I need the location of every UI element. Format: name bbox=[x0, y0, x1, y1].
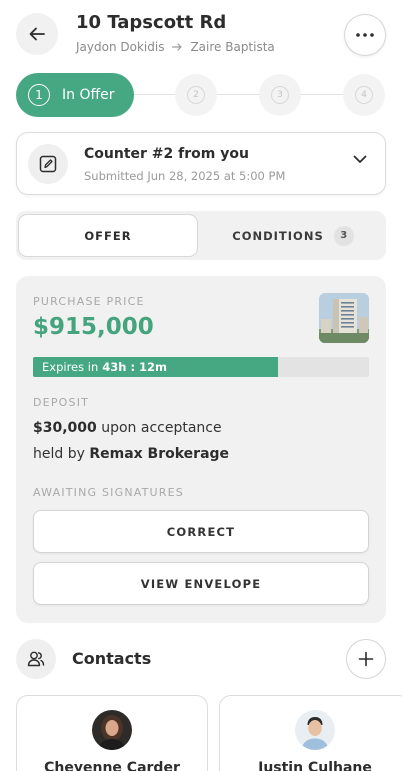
chevron-down-icon[interactable] bbox=[353, 155, 367, 164]
back-button[interactable] bbox=[16, 13, 58, 55]
avatar-image bbox=[295, 710, 335, 750]
avatar-image bbox=[92, 710, 132, 750]
counter-submitted: Submitted Jun 28, 2025 at 5:00 PM bbox=[84, 169, 286, 183]
held-by-line: held by Remax Brokerage bbox=[33, 446, 229, 462]
step-in-offer[interactable]: 1 In Offer bbox=[16, 73, 134, 117]
to-party: Zaire Baptista bbox=[190, 40, 275, 54]
counter-offer-card[interactable]: Counter #2 from you Submitted Jun 28, 20… bbox=[16, 132, 386, 195]
held-by-prefix: held by bbox=[33, 446, 85, 462]
step-2[interactable]: 2 bbox=[175, 74, 217, 116]
deposit-amount-line: $30,000 upon acceptance bbox=[33, 420, 222, 436]
step-number: 4 bbox=[355, 86, 373, 104]
counter-icon-wrap bbox=[28, 144, 68, 184]
tab-offer[interactable]: OFFER bbox=[18, 214, 198, 257]
status-stepper: 1 In Offer 2 3 4 bbox=[16, 73, 386, 117]
expires-value: 43h : 12m bbox=[102, 360, 168, 374]
page-title: 10 Tapscott Rd bbox=[76, 12, 227, 33]
building-image bbox=[319, 293, 369, 343]
add-contact-button[interactable] bbox=[346, 639, 386, 679]
step-label: In Offer bbox=[62, 87, 115, 103]
step-4[interactable]: 4 bbox=[343, 74, 385, 116]
contact-card[interactable]: Cheyenne Carder bbox=[16, 695, 208, 771]
contacts-icon-wrap bbox=[16, 639, 56, 679]
more-options-button[interactable] bbox=[344, 14, 386, 56]
from-party: Jaydon Dokidis bbox=[76, 40, 165, 54]
contact-name: Justin Culhane bbox=[258, 760, 372, 771]
conditions-count-badge: 3 bbox=[333, 225, 354, 246]
stepper-track bbox=[116, 94, 366, 95]
deposit-terms: upon acceptance bbox=[101, 420, 222, 436]
correct-button[interactable]: CORRECT bbox=[33, 510, 369, 553]
tab-conditions-label: CONDITIONS bbox=[232, 228, 324, 243]
step-number: 3 bbox=[271, 86, 289, 104]
arrow-right-icon bbox=[172, 43, 183, 51]
expiry-progress-bar: Expires in 43h : 12m bbox=[33, 357, 369, 377]
step-3[interactable]: 3 bbox=[259, 74, 301, 116]
view-envelope-button[interactable]: VIEW ENVELOPE bbox=[33, 562, 369, 605]
avatar bbox=[92, 710, 132, 750]
deal-parties: Jaydon Dokidis Zaire Baptista bbox=[76, 40, 275, 54]
tab-conditions[interactable]: CONDITIONS 3 bbox=[202, 214, 384, 257]
plus-icon bbox=[358, 651, 374, 667]
users-icon bbox=[27, 651, 45, 667]
expires-label: Expires in bbox=[42, 360, 99, 374]
purchase-price-label: PURCHASE PRICE bbox=[33, 295, 145, 308]
contact-card[interactable]: Justin Culhane bbox=[219, 695, 402, 771]
awaiting-signatures-label: AWAITING SIGNATURES bbox=[33, 486, 184, 499]
deposit-amount: $30,000 bbox=[33, 420, 97, 436]
step-number: 1 bbox=[28, 84, 50, 106]
avatar bbox=[295, 710, 335, 750]
offer-tabs: OFFER CONDITIONS 3 bbox=[16, 211, 386, 260]
arrow-left-icon bbox=[29, 27, 45, 41]
deposit-label: DEPOSIT bbox=[33, 396, 90, 409]
document-edit-icon bbox=[39, 155, 57, 173]
offer-panel: PURCHASE PRICE $915,000 Expires in 43h :… bbox=[16, 276, 386, 623]
contacts-heading: Contacts bbox=[72, 649, 152, 668]
step-number: 2 bbox=[187, 86, 205, 104]
contact-name: Cheyenne Carder bbox=[44, 760, 180, 771]
counter-title: Counter #2 from you bbox=[84, 146, 249, 162]
property-thumbnail[interactable] bbox=[319, 293, 369, 343]
purchase-price: $915,000 bbox=[33, 314, 154, 340]
held-by-brokerage: Remax Brokerage bbox=[89, 446, 230, 462]
expiry-progress-fill: Expires in 43h : 12m bbox=[33, 357, 279, 377]
more-horizontal-icon bbox=[356, 33, 374, 37]
